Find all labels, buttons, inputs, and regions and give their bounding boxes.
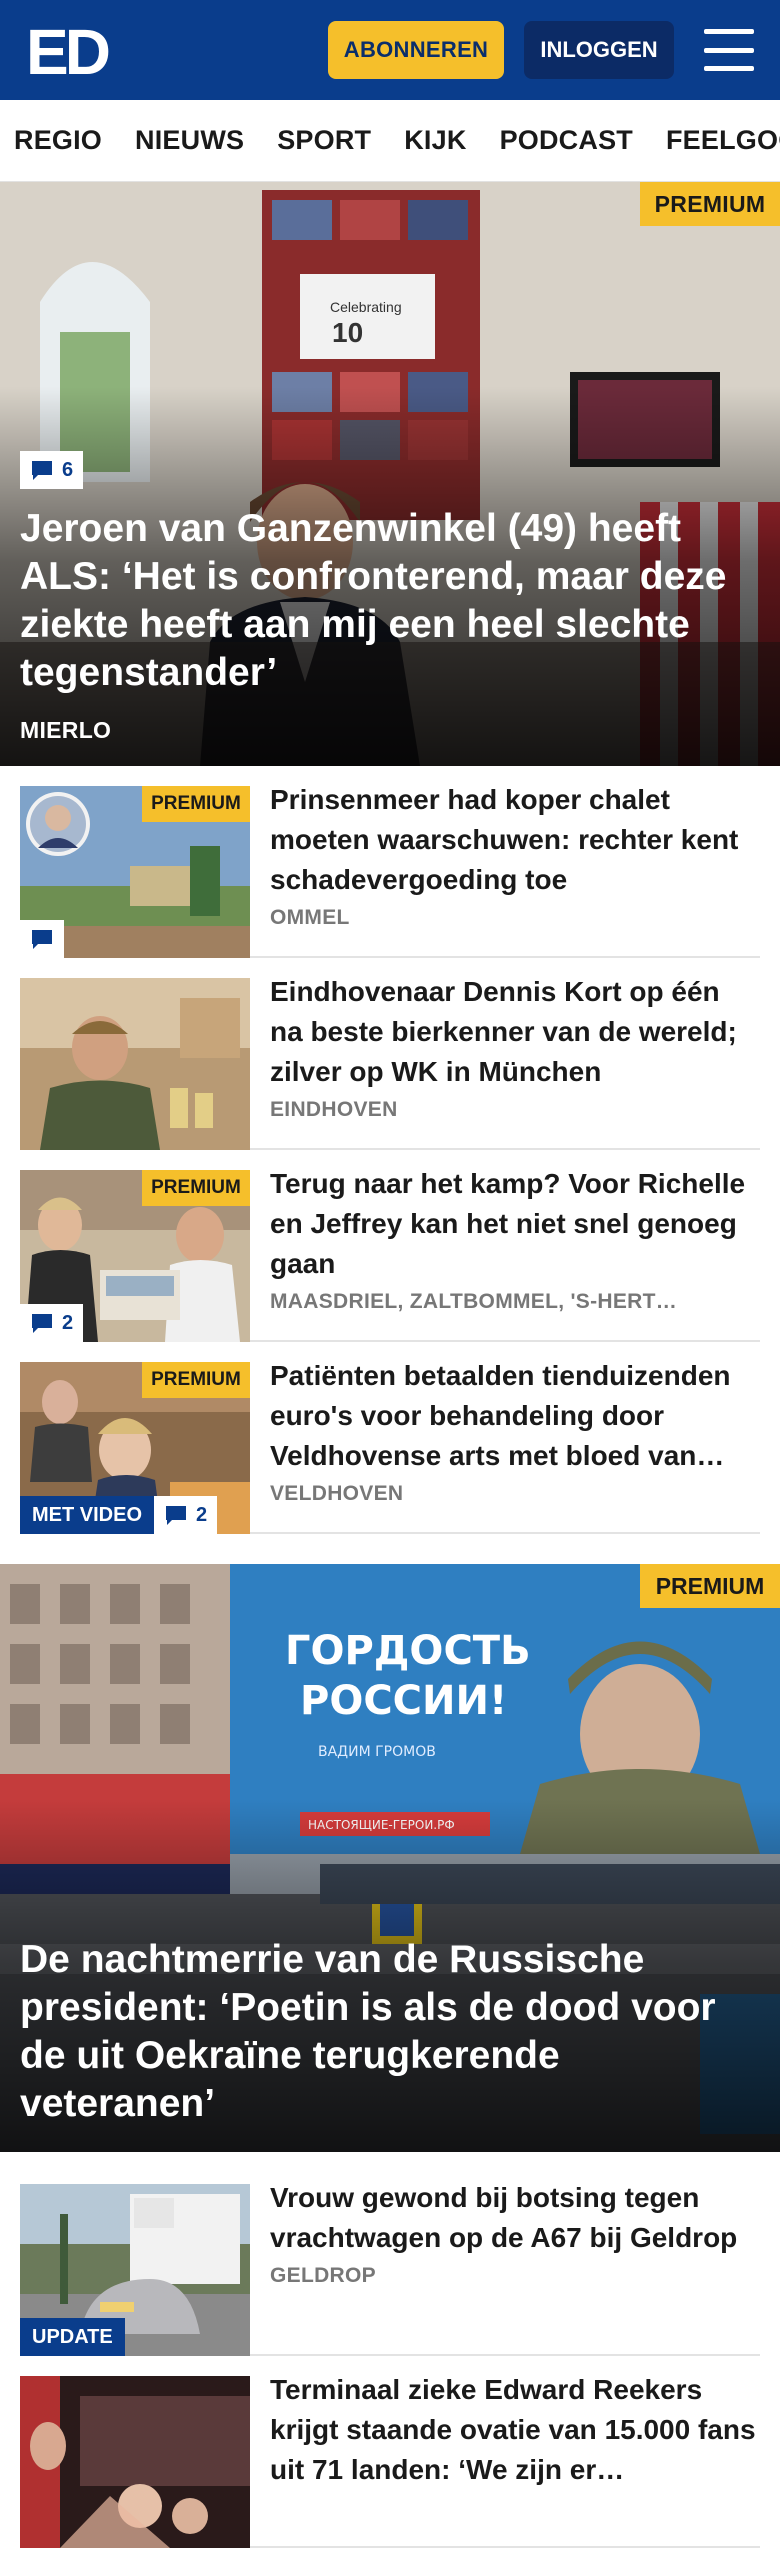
list-item[interactable]: Terminaal zieke Edward Reekers krijgt st… <box>20 2356 760 2548</box>
site-logo[interactable]: ED <box>26 19 116 81</box>
article-title[interactable]: Eindhovenaar Dennis Kort op één na beste… <box>270 972 760 1092</box>
update-badge: UPDATE <box>20 2318 125 2356</box>
comment-icon <box>166 1506 187 1525</box>
article-location: GELDROP <box>270 2264 376 2287</box>
comment-icon <box>32 930 52 949</box>
article-list: PREMIUM Prinsenmeer had koper chalet moe… <box>0 766 780 1534</box>
article-list-2: UPDATE Vrouw gewond bij botsing tegen vr… <box>0 2164 780 2548</box>
comment-count: 2 <box>62 1311 74 1334</box>
svg-text:ED: ED <box>26 20 109 80</box>
comment-count-badge[interactable]: 6 <box>20 451 84 489</box>
article-thumbnail: PREMIUM MET VIDEO 2 <box>20 1362 250 1534</box>
premium-badge: PREMIUM <box>142 1362 250 1398</box>
article-location: VELDHOVEN <box>270 1482 404 1505</box>
article-title[interactable]: Vrouw gewond bij botsing tegen vrachtwag… <box>270 2178 760 2258</box>
hero-article[interactable]: Celebrating 10 PREMIUM <box>0 182 780 766</box>
article-title[interactable]: Terug naar het kamp? Voor Richelle en Je… <box>270 1164 760 1284</box>
hero-location: MIERLO <box>20 717 112 743</box>
nav-item-nieuws[interactable]: NIEUWS <box>135 125 244 156</box>
list-item[interactable]: PREMIUM MET VIDEO 2 Patiënten betaalden … <box>20 1342 760 1534</box>
hero-title[interactable]: Jeroen van Ganzenwinkel (49) heeft ALS: … <box>20 505 760 697</box>
comment-count-badge[interactable]: 2 <box>154 1496 218 1534</box>
comment-icon <box>32 461 52 480</box>
list-item[interactable]: UPDATE Vrouw gewond bij botsing tegen vr… <box>20 2164 760 2356</box>
article-thumbnail: PREMIUM 2 <box>20 1170 250 1342</box>
comment-count-badge[interactable] <box>20 920 64 958</box>
site-header: ED ABONNEREN INLOGGEN <box>0 0 780 100</box>
section-nav: REGIO NIEUWS SPORT KIJK PODCAST FEELGOOD <box>0 100 780 182</box>
article-location: EINDHOVEN <box>270 1098 398 1121</box>
hero-article-2[interactable]: ГОРДОСТЬ РОССИИ! ВАДИМ ГРОМОВ НАСТОЯЩИЕ-… <box>0 1564 780 2152</box>
premium-badge: PREMIUM <box>142 786 250 822</box>
premium-badge: PREMIUM <box>142 1170 250 1206</box>
hamburger-menu-icon[interactable] <box>704 29 754 71</box>
article-title[interactable]: Prinsenmeer had koper chalet moeten waar… <box>270 780 760 900</box>
subscribe-button[interactable]: ABONNEREN <box>328 21 504 79</box>
video-badge: MET VIDEO <box>20 1496 155 1534</box>
nav-item-regio[interactable]: REGIO <box>14 125 102 156</box>
comment-count-badge[interactable]: 2 <box>20 1304 84 1342</box>
comment-count: 6 <box>62 458 74 481</box>
list-item[interactable]: PREMIUM Prinsenmeer had koper chalet moe… <box>20 766 760 958</box>
list-item[interactable]: PREMIUM 2 Terug naar het kamp? Voor Rich… <box>20 1150 760 1342</box>
article-thumbnail <box>20 978 250 1150</box>
article-thumbnail: UPDATE <box>20 2184 250 2356</box>
comment-count: 2 <box>196 1503 208 1526</box>
premium-badge: PREMIUM <box>640 182 780 226</box>
nav-item-podcast[interactable]: PODCAST <box>500 125 633 156</box>
article-location: OMMEL <box>270 906 350 929</box>
article-thumbnail <box>20 2376 250 2548</box>
nav-item-kijk[interactable]: KIJK <box>404 125 466 156</box>
login-button[interactable]: INLOGGEN <box>524 21 674 79</box>
nav-item-feelgood[interactable]: FEELGOOD <box>666 125 780 156</box>
hero-title[interactable]: De nachtmerrie van de Russische presiden… <box>20 1936 760 2128</box>
comment-icon <box>32 1314 52 1333</box>
list-item[interactable]: Eindhovenaar Dennis Kort op één na beste… <box>20 958 760 1150</box>
premium-badge: PREMIUM <box>640 1564 780 1608</box>
article-title[interactable]: Terminaal zieke Edward Reekers krijgt st… <box>270 2370 760 2490</box>
article-location: MAASDRIEL, ZALTBOMMEL, 'S-HERT… <box>270 1290 678 1313</box>
nav-item-sport[interactable]: SPORT <box>277 125 371 156</box>
article-title[interactable]: Patiënten betaalden tienduizen­den euro'… <box>270 1356 760 1476</box>
article-thumbnail: PREMIUM <box>20 786 250 958</box>
